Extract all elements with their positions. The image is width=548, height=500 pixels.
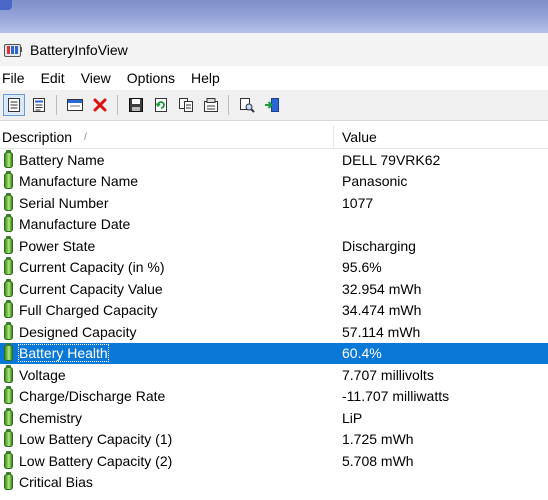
row-description: Serial Number: [19, 194, 109, 211]
sort-asc-icon: /: [84, 131, 87, 143]
table-row[interactable]: Low Battery Capacity (1) 1.725 mWh: [0, 429, 548, 451]
row-description: Low Battery Capacity (1): [19, 431, 173, 448]
toolbar-separator: [117, 95, 118, 115]
battery-icon: [4, 321, 13, 340]
battery-icon: [4, 278, 13, 297]
menu-bar: File Edit View Options Help: [0, 66, 548, 90]
battery-icon: [4, 450, 13, 469]
battery-icon: [4, 343, 13, 362]
table-row[interactable]: Critical Bias: [0, 472, 548, 494]
menu-edit[interactable]: Edit: [41, 70, 71, 86]
menu-view[interactable]: View: [81, 70, 117, 86]
row-value: 1.725 mWh: [342, 431, 414, 448]
window-icon[interactable]: [64, 94, 86, 116]
title-bar[interactable]: BatteryInfoView: [0, 33, 548, 66]
find-icon[interactable]: [236, 94, 258, 116]
row-description: Critical Bias: [19, 474, 93, 491]
table-row[interactable]: Charge/Discharge Rate -11.707 milliwatts: [0, 386, 548, 408]
table-row[interactable]: Low Battery Capacity (2) 5.708 mWh: [0, 450, 548, 472]
save-icon[interactable]: [125, 94, 147, 116]
battery-icon: [4, 171, 13, 190]
row-description: Voltage: [19, 366, 66, 383]
battery-icon: [4, 257, 13, 276]
table-row[interactable]: Battery Name DELL 79VRK62: [0, 149, 548, 171]
desktop-icon-fragment: [0, 0, 12, 10]
table-row[interactable]: Designed Capacity 57.114 mWh: [0, 321, 548, 343]
row-value: 7.707 millivolts: [342, 366, 434, 383]
menu-file[interactable]: File: [2, 70, 31, 86]
table-row[interactable]: Chemistry LiP: [0, 407, 548, 429]
battery-icon: [4, 235, 13, 254]
table-row[interactable]: Voltage 7.707 millivolts: [0, 364, 548, 386]
table-row[interactable]: Serial Number 1077: [0, 192, 548, 214]
row-value: 57.114 mWh: [342, 323, 421, 340]
battery-icon: [4, 192, 13, 211]
properties-icon[interactable]: [3, 94, 25, 116]
window-title: BatteryInfoView: [30, 41, 128, 58]
battery-icon: [4, 214, 13, 233]
toolbar-separator: [56, 95, 57, 115]
refresh-icon[interactable]: [150, 94, 172, 116]
copy-icon[interactable]: [175, 94, 197, 116]
menu-options[interactable]: Options: [127, 70, 181, 86]
row-value: -11.707 milliwatts: [342, 388, 450, 405]
battery-icon: [4, 429, 13, 448]
delete-icon[interactable]: [89, 94, 111, 116]
row-description: Full Charged Capacity: [19, 302, 158, 319]
row-value: 34.474 mWh: [342, 302, 422, 319]
column-header-value[interactable]: Value: [334, 129, 377, 145]
row-value: DELL 79VRK62: [342, 151, 441, 168]
battery-icon: [4, 386, 13, 405]
exit-icon[interactable]: [261, 94, 283, 116]
row-description: Manufacture Name: [19, 173, 139, 190]
toolbar-separator: [228, 95, 229, 115]
row-value: 32.954 mWh: [342, 280, 422, 297]
battery-icon: [4, 364, 13, 383]
row-value: LiP: [342, 409, 363, 426]
row-value: 5.708 mWh: [342, 452, 414, 469]
row-description: Current Capacity (in %): [19, 259, 165, 276]
table-row[interactable]: Manufacture Date: [0, 214, 548, 236]
row-description: Current Capacity Value: [19, 280, 163, 297]
table-row[interactable]: Current Capacity Value 32.954 mWh: [0, 278, 548, 300]
battery-icon: [4, 472, 13, 491]
options-icon[interactable]: [200, 94, 222, 116]
row-description: Power State: [19, 237, 96, 254]
table-row-selected[interactable]: Battery Health 60.4%: [0, 342, 548, 364]
list-header: Description / Value: [0, 126, 548, 149]
battery-icon: [4, 300, 13, 319]
row-description: Manufacture Date: [19, 216, 131, 233]
row-description: Chemistry: [19, 409, 83, 426]
row-value: 95.6%: [342, 259, 382, 276]
row-description: Charge/Discharge Rate: [19, 388, 166, 405]
html-report-icon[interactable]: [28, 94, 50, 116]
table-row[interactable]: Manufacture Name Panasonic: [0, 171, 548, 193]
battery-app-icon: [4, 43, 22, 57]
desktop-background: [0, 0, 548, 33]
properties-list[interactable]: Description / Value Battery Name DELL 79…: [0, 126, 548, 500]
column-header-description[interactable]: Description /: [0, 126, 334, 148]
row-value: 60.4%: [342, 345, 382, 362]
table-row[interactable]: Full Charged Capacity 34.474 mWh: [0, 300, 548, 322]
row-description: Battery Health: [18, 344, 109, 363]
menu-help[interactable]: Help: [191, 70, 226, 86]
row-value: 1077: [342, 194, 374, 211]
battery-icon: [4, 149, 13, 168]
row-description: Low Battery Capacity (2): [19, 452, 173, 469]
toolbar: [0, 90, 548, 121]
row-value: Discharging: [342, 237, 416, 254]
row-description: Battery Name: [19, 151, 105, 168]
battery-icon: [4, 407, 13, 426]
row-description: Designed Capacity: [19, 323, 137, 340]
table-row[interactable]: Power State Discharging: [0, 235, 548, 257]
table-row[interactable]: Current Capacity (in %) 95.6%: [0, 257, 548, 279]
row-value: Panasonic: [342, 173, 408, 190]
